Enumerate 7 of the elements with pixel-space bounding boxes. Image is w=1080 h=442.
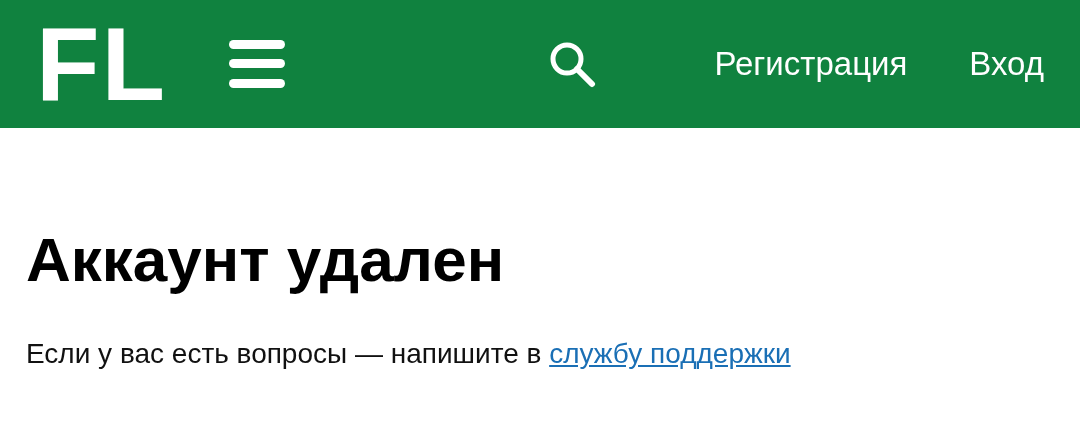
page-title: Аккаунт удален [26, 224, 506, 296]
search-icon[interactable] [548, 40, 597, 88]
nav-link[interactable]: Вход [969, 39, 1044, 89]
support-message: Если у вас есть вопросы — напишите в службу поддержки [26, 337, 792, 372]
logo[interactable]: FL [36, 12, 168, 116]
nav-link[interactable]: Регистрация [714, 39, 908, 89]
support-link[interactable]: службу поддержки [549, 338, 791, 370]
